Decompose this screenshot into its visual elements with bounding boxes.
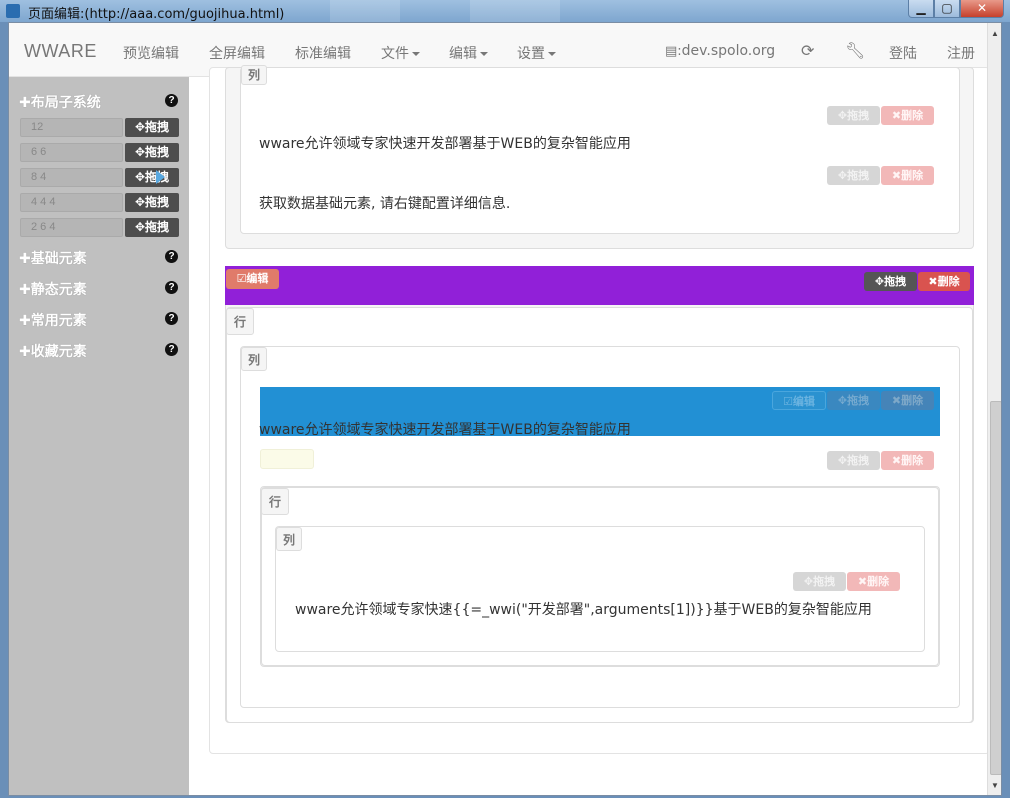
drag-button[interactable]: ✥拖拽 — [125, 168, 179, 187]
sidebar-section-label: 常用元素 — [30, 313, 87, 329]
brand-logo[interactable]: WWARE — [24, 41, 97, 62]
grid-row-field: 4 4 4 — [20, 193, 123, 212]
scroll-down-icon[interactable]: ▼ — [991, 781, 999, 790]
drag-button[interactable]: ✥拖拽 — [125, 218, 179, 237]
plus-icon: ✚ — [19, 313, 31, 329]
window-titlebar[interactable]: 页面编辑:(http://aaa.com/guojihua.html) ▁ ▢ … — [0, 0, 1010, 22]
nested-element-text[interactable]: wware允许领域专家快速{{=_wwi("开发部署",arguments[1]… — [295, 599, 872, 619]
sidebar-section-layout[interactable]: ✚布局子系统 — [19, 92, 101, 112]
sidebar-section-common[interactable]: ✚常用元素 — [19, 310, 87, 330]
faded-edit-button[interactable] — [260, 449, 314, 469]
minimize-button[interactable]: ▁ — [908, 0, 934, 18]
nav-file-menu[interactable]: 文件 — [381, 43, 420, 63]
register-link[interactable]: 注册 — [947, 43, 975, 63]
window-controls: ▁ ▢ ✕ — [908, 0, 1004, 18]
sidebar-section-static[interactable]: ✚静态元素 — [19, 279, 87, 299]
delete-button[interactable]: ✖删除 — [881, 106, 934, 125]
titlebar-decoration — [470, 0, 560, 22]
delete-button[interactable]: ✖删除 — [881, 391, 934, 410]
plus-icon: ✚ — [19, 282, 31, 298]
sidebar-section-favorites[interactable]: ✚收藏元素 — [19, 341, 87, 361]
sidebar-section-basic[interactable]: ✚基础元素 — [19, 248, 87, 268]
drag-button[interactable]: ✥拖拽 — [125, 193, 179, 212]
editor-canvas: 列 ✥拖拽 ✖删除 wware允许领域专家快速开发部署基于WEB的复杂智能应用 … — [189, 65, 990, 795]
row-tag[interactable]: 行 — [226, 308, 254, 335]
grid-row-field: 6 6 — [20, 143, 123, 162]
domain-label: dev.spolo.org — [681, 43, 776, 59]
sidebar-section-label: 基础元素 — [30, 251, 87, 267]
chevron-down-icon — [548, 52, 556, 56]
help-icon[interactable]: ? — [165, 312, 178, 325]
titlebar-decoration — [330, 0, 400, 22]
sidebar-section-label: 布局子系统 — [30, 95, 101, 111]
drag-button[interactable]: ✥拖拽 — [864, 272, 917, 291]
help-icon[interactable]: ? — [165, 94, 178, 107]
drag-button[interactable]: ✥拖拽 — [827, 106, 880, 125]
scroll-up-icon[interactable]: ▲ — [991, 29, 999, 38]
grid-row-field: 2 6 4 — [20, 218, 123, 237]
plus-icon: ✚ — [19, 251, 31, 267]
element-text[interactable]: wware允许领域专家快速开发部署基于WEB的复杂智能应用 — [259, 133, 631, 153]
nav-edit-label: 编辑 — [449, 46, 477, 62]
nav-fullscreen-edit[interactable]: 全屏编辑 — [209, 43, 265, 63]
delete-button[interactable]: ✖删除 — [881, 166, 934, 185]
app-window: WWARE 预览编辑 全屏编辑 标准编辑 文件 编辑 设置 ▤:dev.spol… — [8, 22, 1002, 796]
drag-button[interactable]: ✥拖拽 — [125, 143, 179, 162]
nav-domain[interactable]: ▤:dev.spolo.org — [665, 43, 775, 59]
sidebar: ✚布局子系统 ? 12 ✥拖拽 6 6 ✥拖拽 8 4 ✥拖拽 4 4 4 ✥拖… — [9, 77, 189, 795]
window-title: 页面编辑:(http://aaa.com/guojihua.html) — [28, 7, 285, 22]
close-button[interactable]: ✕ — [960, 0, 1004, 18]
row-tag[interactable]: 行 — [261, 488, 289, 515]
plus-icon: ✚ — [19, 344, 31, 360]
login-link[interactable]: 登陆 — [889, 43, 917, 63]
grid-row: 4 4 4 ✥拖拽 — [20, 193, 180, 212]
chevron-down-icon — [480, 52, 488, 56]
help-icon[interactable]: ? — [165, 281, 178, 294]
drag-button[interactable]: ✥拖拽 — [827, 391, 880, 410]
grid-row: 12 ✥拖拽 — [20, 118, 180, 137]
column-tag[interactable]: 列 — [241, 347, 267, 371]
nav-file-label: 文件 — [381, 46, 409, 62]
column-tag[interactable]: 列 — [276, 527, 302, 551]
maximize-button[interactable]: ▢ — [934, 0, 960, 18]
selected-row-toolbar — [225, 266, 974, 305]
nav-standard-edit[interactable]: 标准编辑 — [295, 43, 351, 63]
grid-row: 6 6 ✥拖拽 — [20, 143, 180, 162]
delete-button[interactable]: ✖删除 — [918, 272, 970, 291]
drag-button[interactable]: ✥拖拽 — [827, 166, 880, 185]
chevron-down-icon — [412, 52, 420, 56]
mouse-cursor-icon — [156, 170, 165, 184]
grid-row-field: 12 — [20, 118, 123, 137]
vertical-scrollbar[interactable]: ▲ ▼ — [987, 23, 1001, 795]
app-icon — [6, 4, 20, 18]
nav-settings-menu[interactable]: 设置 — [517, 43, 556, 63]
delete-button[interactable]: ✖删除 — [847, 572, 900, 591]
drag-button[interactable]: ✥拖拽 — [827, 451, 880, 470]
help-icon[interactable]: ? — [165, 250, 178, 263]
selected-element-text[interactable]: wware允许领域专家快速开发部署基于WEB的复杂智能应用 — [259, 419, 631, 439]
server-icon: ▤: — [665, 44, 682, 59]
edit-button[interactable]: ☑编辑 — [772, 391, 826, 410]
nav-settings-label: 设置 — [517, 46, 545, 62]
grid-row: 2 6 4 ✥拖拽 — [20, 218, 180, 237]
refresh-icon[interactable]: ⟳ — [801, 41, 814, 61]
drag-button[interactable]: ✥拖拽 — [125, 118, 179, 137]
grid-row-field: 8 4 — [20, 168, 123, 187]
wrench-icon[interactable]: 🔧︎ — [845, 41, 865, 61]
sidebar-section-label: 收藏元素 — [30, 344, 87, 360]
nav-edit-menu[interactable]: 编辑 — [449, 43, 488, 63]
nav-preview-edit[interactable]: 预览编辑 — [123, 43, 179, 63]
edit-button[interactable]: ☑编辑 — [226, 269, 279, 289]
scrollbar-thumb[interactable] — [990, 401, 1001, 775]
drag-button[interactable]: ✥拖拽 — [793, 572, 846, 591]
element-text[interactable]: 获取数据基础元素, 请右键配置详细信息. — [259, 193, 510, 213]
column-tag[interactable]: 列 — [241, 65, 267, 85]
plus-icon: ✚ — [19, 95, 31, 111]
delete-button[interactable]: ✖删除 — [881, 451, 934, 470]
sidebar-section-label: 静态元素 — [30, 282, 87, 298]
help-icon[interactable]: ? — [165, 343, 178, 356]
